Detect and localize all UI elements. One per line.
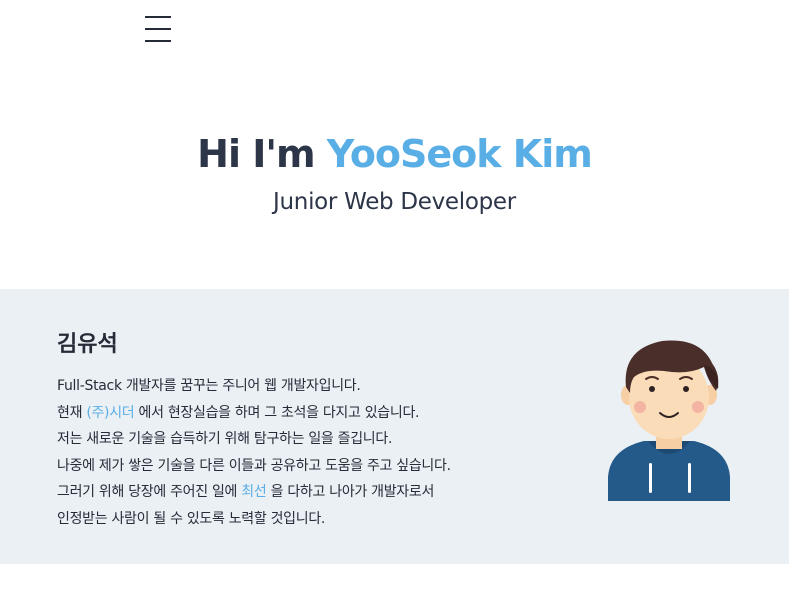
about-line-6: 인정받는 사람이 될 수 있도록 노력할 것입니다. (57, 510, 326, 527)
about-line-2-before: 현재 (57, 404, 87, 421)
highlight-word: 최선 (241, 484, 267, 501)
hero-subtitle: Junior Web Developer (273, 189, 516, 215)
about-section: 김유석 Full-Stack 개발자를 꿈꾸는 주니어 웹 개발자입니다. 현재… (0, 289, 789, 564)
about-line-5-before: 그러기 위해 당장에 주어진 일에 (57, 484, 242, 501)
about-line-5: 그러기 위해 당장에 주어진 일에 최선 을 다하고 나아가 개발자로서 (57, 479, 577, 506)
hero-greeting: Hi I'm (197, 132, 327, 176)
hero-title: Hi I'm YooSeok Kim (0, 128, 789, 180)
hamburger-icon (145, 16, 171, 42)
hero-section: Hi I'm YooSeok Kim Junior Web Developer (0, 128, 789, 218)
about-line-2-after: 에서 현장실습을 하며 그 초석을 다지고 있습니다. (134, 404, 420, 421)
menu-button[interactable] (144, 14, 172, 44)
developer-avatar-icon (604, 337, 734, 505)
about-line-2: 현재 (주)시더 에서 현장실습을 하며 그 초석을 다지고 있습니다. (57, 400, 577, 427)
about-name: 김유석 (57, 332, 118, 357)
about-line-3: 저는 새로운 기술을 습득하기 위해 탐구하는 일을 즐깁니다. (57, 431, 393, 448)
about-line-4: 나중에 제가 쌓은 기술을 다른 이들과 공유하고 도움을 주고 싶습니다. (57, 457, 451, 474)
about-line-1: Full-Stack 개발자를 꿈꾸는 주니어 웹 개발자입니다. (57, 378, 361, 394)
hero-name: YooSeok Kim (326, 132, 593, 176)
company-name: (주)시더 (86, 404, 135, 421)
page: Hi I'm YooSeok Kim Junior Web Developer … (0, 0, 789, 589)
about-line-5-after: 을 다하고 나아가 개발자로서 (266, 484, 435, 501)
about-description: Full-Stack 개발자를 꿈꾸는 주니어 웹 개발자입니다. 현재 (주)… (57, 373, 577, 533)
